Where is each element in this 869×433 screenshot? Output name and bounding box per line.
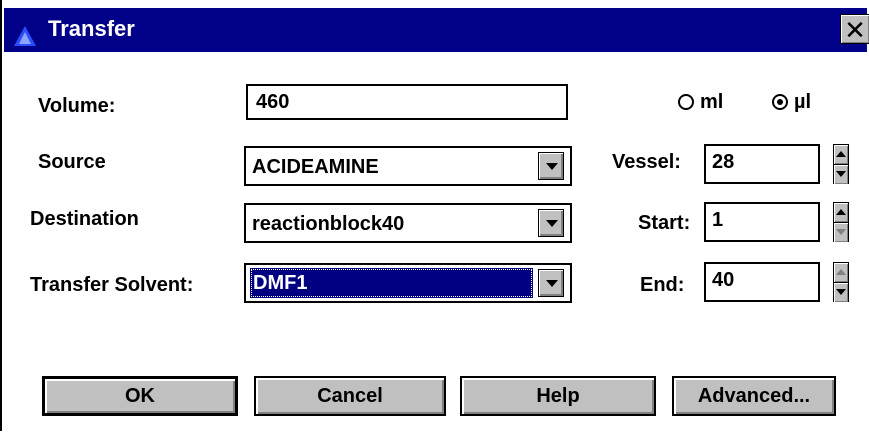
chevron-down-icon[interactable] (538, 152, 564, 180)
window-title: Transfer (48, 16, 135, 41)
start-input[interactable]: 1 (704, 202, 820, 242)
volume-input[interactable]: 460 (246, 84, 568, 120)
volume-label: Volume: (38, 95, 116, 117)
unit-ul-label[interactable]: µl (794, 91, 811, 114)
close-icon: ✕ (844, 15, 866, 45)
start-label: Start: (638, 212, 691, 234)
source-label: Source (38, 151, 106, 173)
end-input[interactable]: 40 (704, 262, 820, 302)
unit-ml-label[interactable]: ml (700, 91, 723, 114)
unit-ul-radio[interactable] (772, 94, 788, 110)
spin-up-icon[interactable] (834, 145, 848, 164)
help-button[interactable]: Help (460, 376, 656, 416)
vessel-label: Vessel: (612, 151, 681, 173)
end-spinner[interactable] (833, 262, 849, 302)
source-dropdown[interactable]: ACIDEAMINE (244, 146, 572, 186)
spin-down-icon[interactable] (834, 222, 848, 242)
unit-ml-radio[interactable] (678, 94, 694, 110)
destination-label: Destination (30, 208, 139, 230)
destination-value: reactionblock40 (252, 213, 405, 235)
spin-up-icon[interactable] (834, 263, 848, 282)
transfer-solvent-label: Transfer Solvent: (30, 274, 194, 296)
chevron-down-icon[interactable] (538, 209, 564, 237)
cancel-button[interactable]: Cancel (254, 376, 446, 416)
start-spinner[interactable] (833, 202, 849, 242)
spin-up-icon[interactable] (834, 203, 848, 222)
transfer-solvent-dropdown[interactable]: DMF1 (244, 263, 572, 303)
chevron-down-icon[interactable] (538, 269, 564, 297)
spin-down-icon[interactable] (834, 282, 848, 302)
spin-down-icon[interactable] (834, 164, 848, 184)
destination-dropdown[interactable]: reactionblock40 (244, 203, 572, 243)
advanced-button[interactable]: Advanced... (672, 376, 836, 416)
app-icon (14, 26, 36, 46)
transfer-dialog: Transfer ✕ Volume: 460 ml µl Source ACID… (0, 0, 869, 431)
ok-button[interactable]: OK (42, 376, 238, 416)
source-value: ACIDEAMINE (252, 156, 379, 178)
close-button[interactable]: ✕ (840, 14, 869, 45)
vessel-spinner[interactable] (833, 144, 849, 184)
title-bar[interactable]: Transfer (4, 8, 867, 52)
transfer-solvent-value: DMF1 (250, 268, 533, 298)
vessel-input[interactable]: 28 (704, 144, 820, 184)
end-label: End: (640, 274, 685, 296)
